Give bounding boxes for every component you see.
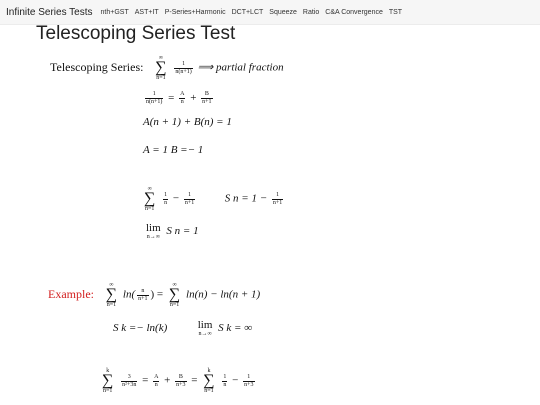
- partial-sum-formula: S n = 1 −: [224, 192, 268, 205]
- nav-link-p-series-harmonic[interactable]: P-Series+Harmonic: [165, 9, 226, 16]
- nav-link-dct-lct[interactable]: DCT+LCT: [232, 9, 264, 16]
- telescoped-sum: ∞ ∑ n=1 1n − 1 n+1 S n = 1 − 1 n+1: [144, 186, 284, 212]
- coefficient-equation: A(n + 1) + B(n) = 1: [143, 116, 232, 128]
- sum-operator: ∞ ∑ n=1: [155, 55, 167, 81]
- nav-link-nth-gst[interactable]: nth+GST: [101, 9, 129, 16]
- telescoping-definition: Telescoping Series: ∞ ∑ n=1 1 n(n+1) ⟹ p…: [50, 55, 284, 81]
- example-partial-sum: S k =− ln(k) lim n→∞ S k = ∞: [113, 319, 253, 338]
- coefficient-values: A = 1 B =− 1: [143, 144, 204, 156]
- example-equation: Example: ∞ ∑ n=1 ln(n n+1) = ∞ ∑ n=1 ln(n) − …: [48, 282, 261, 308]
- nav-link-ca-convergence[interactable]: C&A Convergence: [325, 9, 383, 16]
- telescoping-label: Telescoping Series:: [50, 59, 144, 74]
- limit-result: lim n→∞ S n = 1: [146, 222, 199, 241]
- partial-fraction-equation: 1 n(n+1) = An + Bn+1: [145, 91, 213, 105]
- nav-link-tst[interactable]: TST: [389, 9, 402, 16]
- nav-link-squeeze[interactable]: Squeeze: [269, 9, 297, 16]
- series-term-fraction: 1 n(n+1): [174, 60, 193, 75]
- top-nav: Infinite Series Tests nth+GST AST+IT P-S…: [0, 0, 540, 25]
- example-label: Example:: [48, 286, 94, 301]
- example-decomposition: k ∑ n=1 3 n²+3n = An + Bn+3 = k ∑ n=1 1n − 1n…: [102, 368, 255, 394]
- nav-brand[interactable]: Infinite Series Tests: [6, 7, 93, 18]
- nav-link-ratio[interactable]: Ratio: [303, 9, 319, 16]
- nav-link-ast-it[interactable]: AST+IT: [135, 9, 159, 16]
- page-title: Telescoping Series Test: [36, 23, 236, 44]
- partial-fraction-text: ⟹ partial fraction: [197, 61, 284, 74]
- example-rhs: ln(n) − ln(n + 1): [186, 288, 261, 301]
